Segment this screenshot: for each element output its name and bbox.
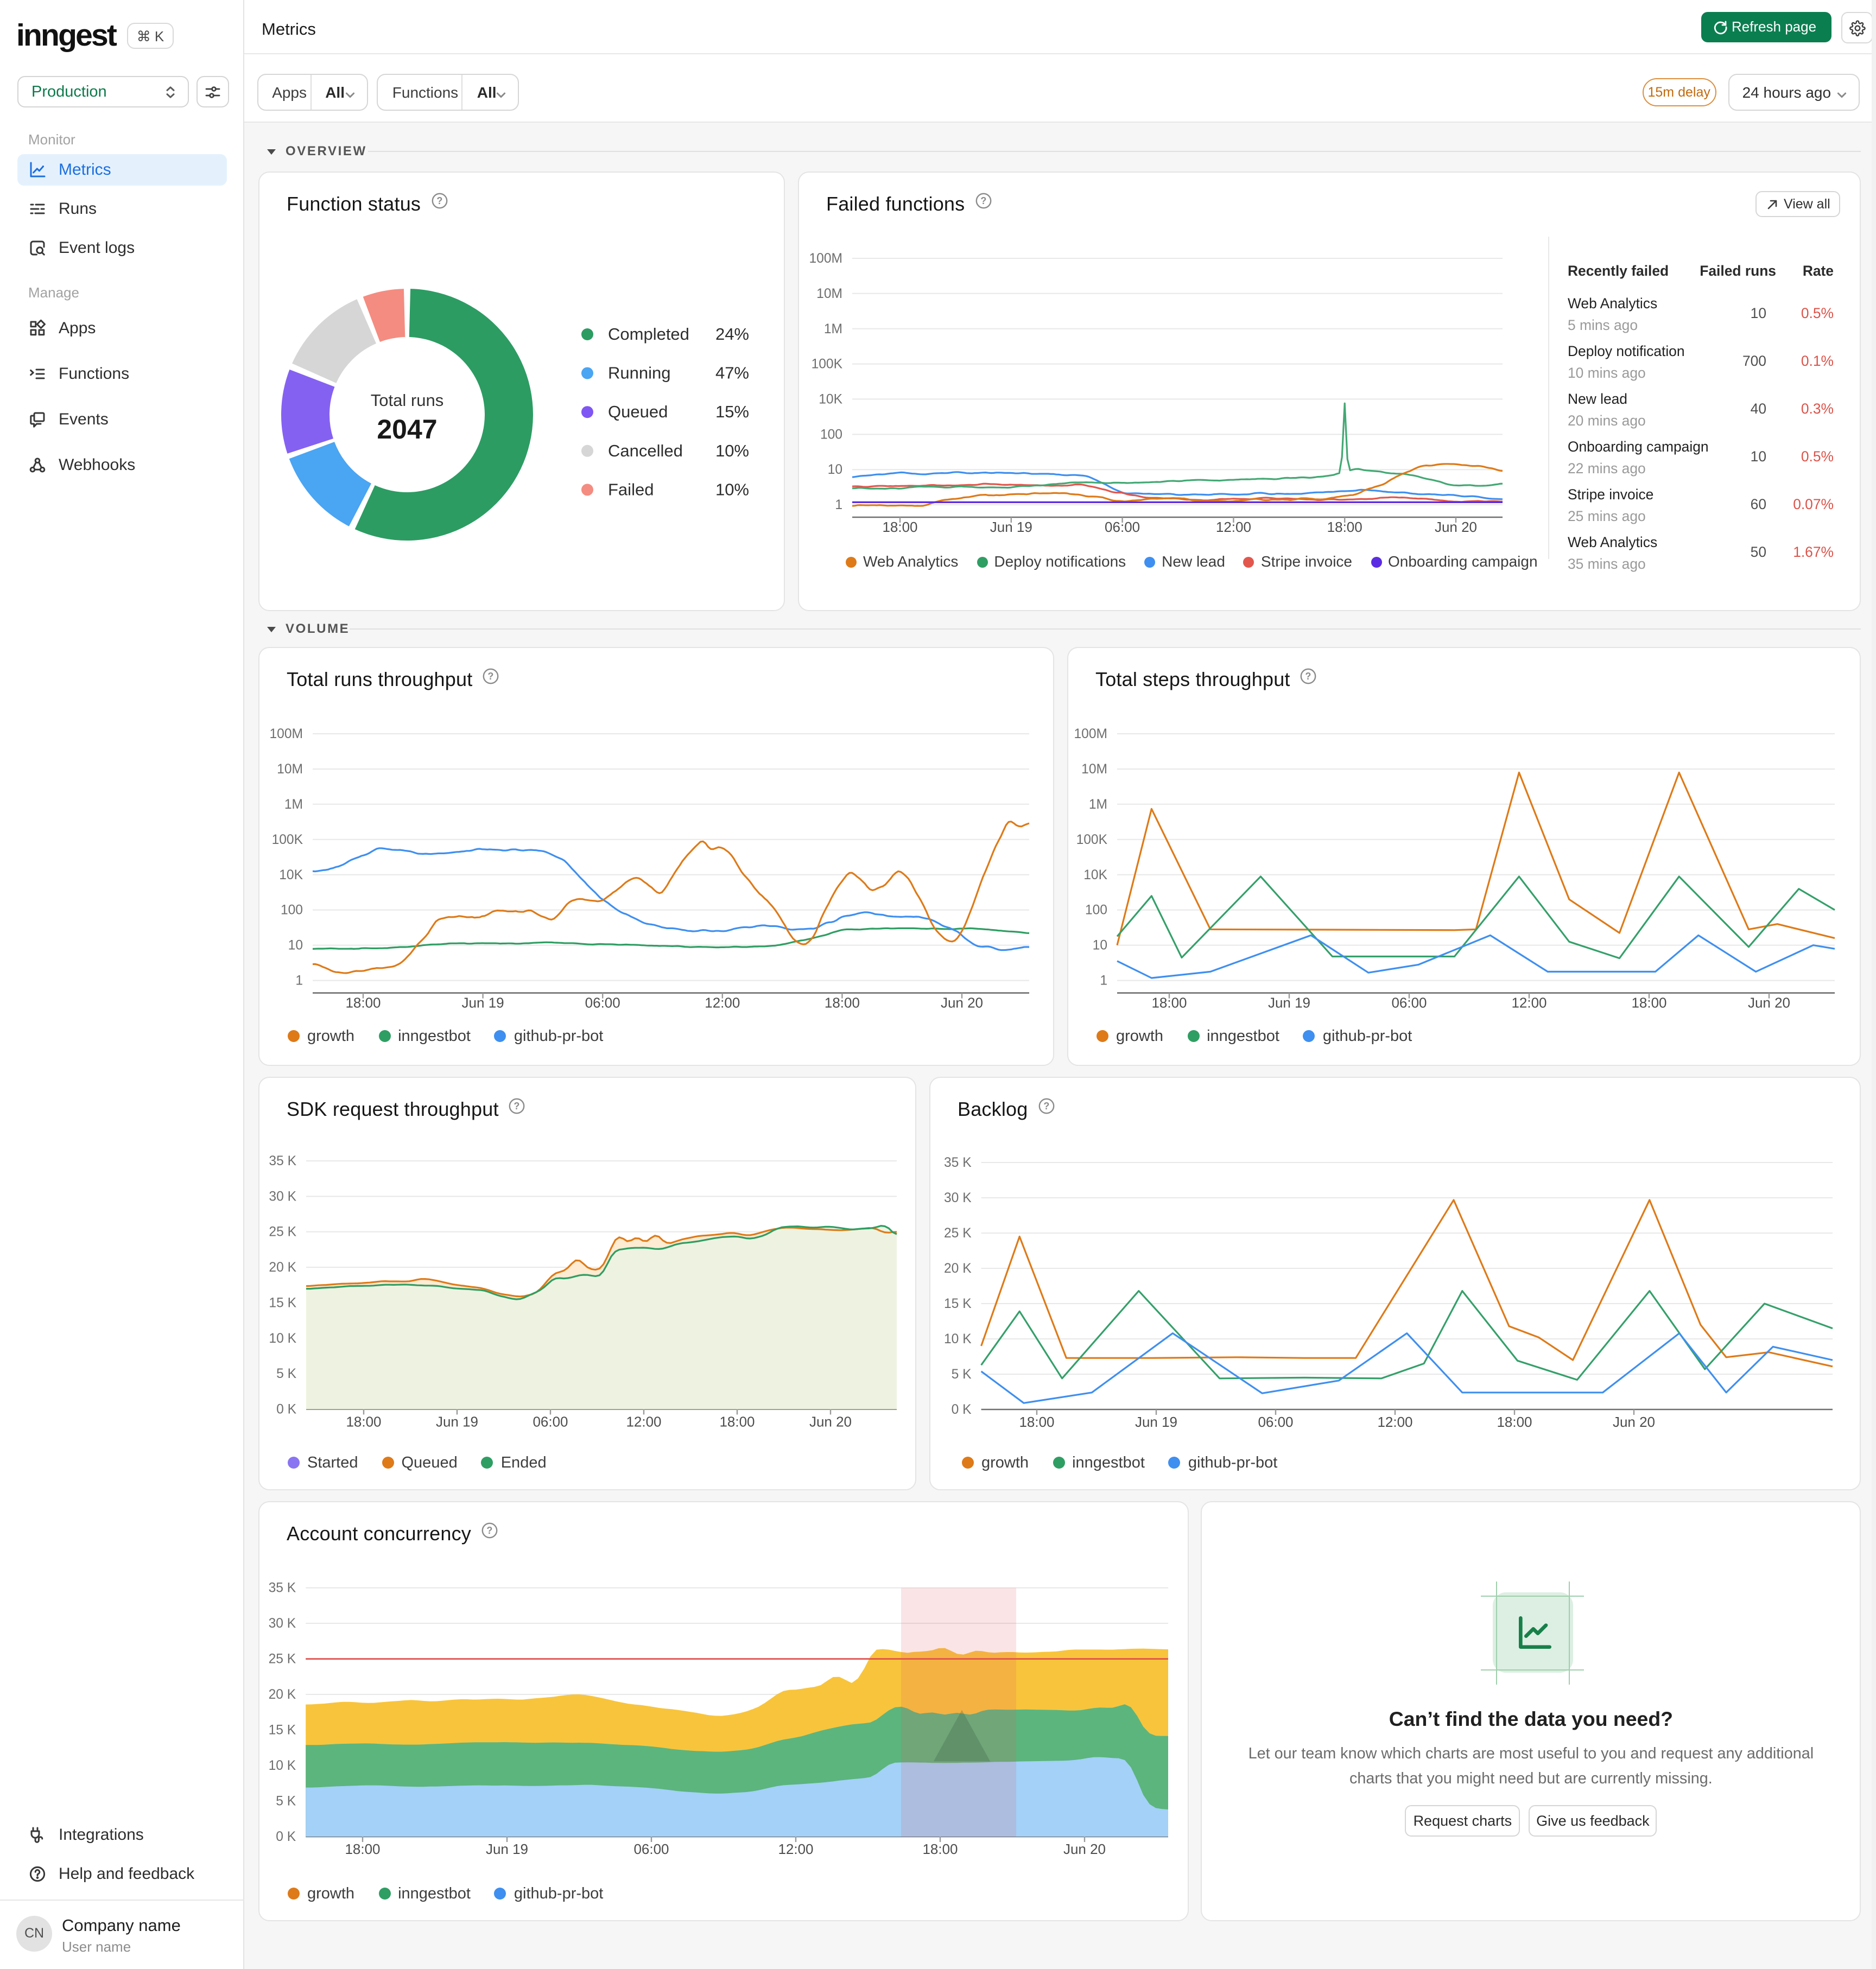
svg-text:12:00: 12:00 [778,1840,813,1857]
svg-text:10M: 10M [1081,762,1107,777]
svg-text:Jun 20: Jun 20 [1613,1413,1655,1430]
svg-text:Cancelled: Cancelled [608,441,683,460]
svg-text:06:00: 06:00 [585,995,620,1011]
svg-text:100: 100 [1085,903,1107,918]
svg-text:10: 10 [288,938,303,953]
svg-text:5 K: 5 K [276,1366,297,1381]
svg-text:47%: 47% [715,364,749,383]
svg-text:10: 10 [828,462,842,477]
svg-text:15%: 15% [715,402,749,421]
svg-text:1: 1 [1100,974,1107,988]
svg-text:Completed: Completed [608,325,689,344]
svg-text:18:00: 18:00 [1151,995,1187,1011]
svg-text:0 K: 0 K [276,1829,296,1844]
svg-text:Running: Running [608,364,670,383]
svg-text:Jun 20: Jun 20 [809,1413,852,1429]
svg-text:15 K: 15 K [944,1296,972,1311]
svg-text:10 K: 10 K [269,1331,296,1345]
svg-text:100: 100 [820,427,842,442]
svg-text:18:00: 18:00 [345,1840,380,1857]
svg-text:12:00: 12:00 [626,1413,661,1429]
svg-text:15 K: 15 K [269,1723,296,1737]
svg-text:100K: 100K [1076,833,1108,847]
svg-text:25 K: 25 K [269,1652,296,1666]
svg-text:Jun 19: Jun 19 [462,995,504,1011]
svg-text:35 K: 35 K [944,1155,972,1170]
svg-text:06:00: 06:00 [1105,519,1140,535]
svg-text:Jun 19: Jun 19 [486,1840,528,1857]
svg-text:0 K: 0 K [276,1401,297,1416]
svg-text:35 K: 35 K [269,1153,296,1168]
svg-text:10M: 10M [816,287,842,301]
svg-text:Jun 19: Jun 19 [436,1413,478,1429]
svg-text:18:00: 18:00 [719,1413,755,1429]
svg-text:5 K: 5 K [276,1794,296,1808]
svg-text:2047: 2047 [377,414,437,444]
svg-text:10%: 10% [715,480,749,499]
svg-text:06:00: 06:00 [1258,1413,1293,1430]
svg-text:100K: 100K [272,833,303,847]
svg-text:100M: 100M [809,251,842,266]
svg-text:06:00: 06:00 [633,1840,669,1857]
svg-text:1M: 1M [1089,797,1107,812]
svg-text:12:00: 12:00 [705,995,740,1011]
svg-text:10%: 10% [715,441,749,460]
svg-text:100M: 100M [269,727,303,741]
svg-text:12:00: 12:00 [1377,1413,1412,1430]
svg-text:0 K: 0 K [952,1402,972,1417]
svg-text:Jun 19: Jun 19 [1268,995,1310,1011]
svg-text:10K: 10K [819,392,842,406]
svg-text:100: 100 [281,903,303,918]
svg-text:30 K: 30 K [944,1190,972,1205]
svg-text:18:00: 18:00 [1327,519,1362,535]
svg-text:12:00: 12:00 [1216,519,1251,535]
svg-text:Jun 20: Jun 20 [941,995,983,1011]
svg-text:18:00: 18:00 [825,995,860,1011]
svg-text:5 K: 5 K [952,1367,972,1381]
svg-text:12:00: 12:00 [1511,995,1547,1011]
svg-text:Queued: Queued [608,402,668,421]
svg-text:1M: 1M [284,797,303,812]
svg-text:18:00: 18:00 [1631,995,1666,1011]
svg-text:15 K: 15 K [269,1295,296,1310]
svg-text:Jun 20: Jun 20 [1435,519,1477,535]
svg-text:18:00: 18:00 [1497,1413,1532,1430]
svg-text:18:00: 18:00 [882,519,917,535]
svg-text:25 K: 25 K [944,1225,972,1240]
svg-text:10 K: 10 K [944,1331,972,1346]
svg-text:10: 10 [1093,938,1107,953]
svg-text:100M: 100M [1074,727,1107,741]
svg-text:10M: 10M [277,762,303,777]
svg-text:06:00: 06:00 [1391,995,1427,1011]
svg-text:25 K: 25 K [269,1224,296,1239]
svg-text:18:00: 18:00 [1019,1413,1054,1430]
svg-text:Jun 19: Jun 19 [990,519,1032,535]
svg-text:35 K: 35 K [269,1580,296,1595]
svg-text:20 K: 20 K [269,1260,296,1274]
svg-text:Jun 20: Jun 20 [1748,995,1790,1011]
svg-text:20 K: 20 K [269,1687,296,1701]
svg-text:30 K: 30 K [269,1189,296,1203]
svg-text:10 K: 10 K [269,1758,296,1773]
svg-text:1: 1 [295,974,303,988]
svg-text:06:00: 06:00 [533,1413,568,1429]
svg-text:18:00: 18:00 [922,1840,958,1857]
svg-text:100K: 100K [812,357,843,372]
svg-text:Failed: Failed [608,480,654,499]
svg-text:10K: 10K [279,868,303,882]
svg-text:10K: 10K [1083,868,1107,882]
svg-text:Jun 20: Jun 20 [1063,1840,1106,1857]
svg-text:24%: 24% [715,325,749,344]
svg-text:1M: 1M [824,322,842,336]
svg-text:30 K: 30 K [269,1616,296,1630]
svg-text:Total runs: Total runs [371,391,443,410]
svg-text:Jun 19: Jun 19 [1135,1413,1177,1430]
svg-text:18:00: 18:00 [345,995,381,1011]
svg-text:18:00: 18:00 [346,1413,381,1429]
svg-text:20 K: 20 K [944,1261,972,1275]
svg-text:1: 1 [835,498,842,512]
